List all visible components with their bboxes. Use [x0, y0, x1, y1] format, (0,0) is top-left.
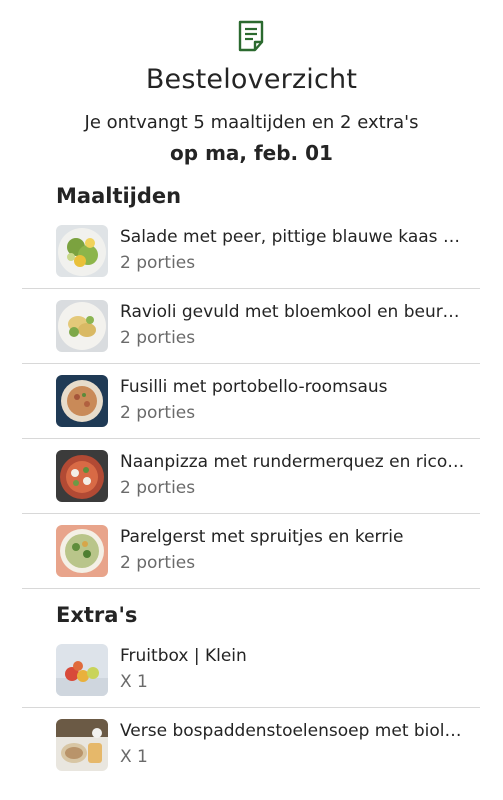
meal-portions: 2 porties	[120, 328, 196, 348]
extra-quantity: X 1	[120, 747, 148, 767]
meal-thumbnail	[56, 300, 108, 352]
extra-quantity: X 1	[120, 672, 148, 692]
extra-thumbnail	[56, 719, 108, 771]
meal-portions: 2 porties	[120, 253, 196, 273]
meal-row[interactable]: Parelgerst met spruitjes en kerrie 2 por…	[22, 513, 480, 589]
document-icon	[238, 20, 264, 52]
meal-thumbnail	[56, 525, 108, 577]
meal-portions: 2 porties	[120, 553, 196, 573]
extra-name: Fruitbox | Klein	[120, 646, 247, 666]
meal-portions: 2 porties	[120, 478, 196, 498]
meal-name: Salade met peer, pittige blauwe kaas en …	[120, 227, 465, 247]
meal-row[interactable]: Ravioli gevuld met bloemkool en beurre b…	[22, 288, 480, 364]
meal-row[interactable]: Naanpizza met rundermerquez en ricotta 2…	[22, 438, 480, 514]
order-subtitle: Je ontvangt 5 maaltijden en 2 extra's	[84, 112, 419, 133]
meal-name: Naanpizza met rundermerquez en ricotta	[120, 452, 465, 472]
section-title-meals: Maaltijden	[56, 184, 182, 208]
section-title-extras: Extra's	[56, 603, 138, 627]
meal-row[interactable]: Fusilli met portobello-roomsaus 2 portie…	[22, 363, 480, 439]
extra-row[interactable]: Fruitbox | Klein X 1	[22, 632, 480, 708]
meal-thumbnail	[56, 225, 108, 277]
meal-name: Fusilli met portobello-roomsaus	[120, 377, 388, 397]
extra-row[interactable]: Verse bospaddenstoelensoep met biologisc…	[22, 707, 480, 782]
meal-thumbnail	[56, 450, 108, 502]
page-title: Besteloverzicht	[145, 64, 358, 95]
meal-thumbnail	[56, 375, 108, 427]
meal-name: Ravioli gevuld met bloemkool en beurre b…	[120, 302, 465, 322]
meal-row[interactable]: Salade met peer, pittige blauwe kaas en …	[22, 213, 480, 289]
extra-name: Verse bospaddenstoelensoep met biologisc…	[120, 721, 465, 741]
meal-name: Parelgerst met spruitjes en kerrie	[120, 527, 404, 547]
extra-thumbnail	[56, 644, 108, 696]
meal-portions: 2 porties	[120, 403, 196, 423]
order-summary-page: Besteloverzicht Je ontvangt 5 maaltijden…	[0, 0, 503, 800]
delivery-date: op ma, feb. 01	[170, 141, 333, 165]
